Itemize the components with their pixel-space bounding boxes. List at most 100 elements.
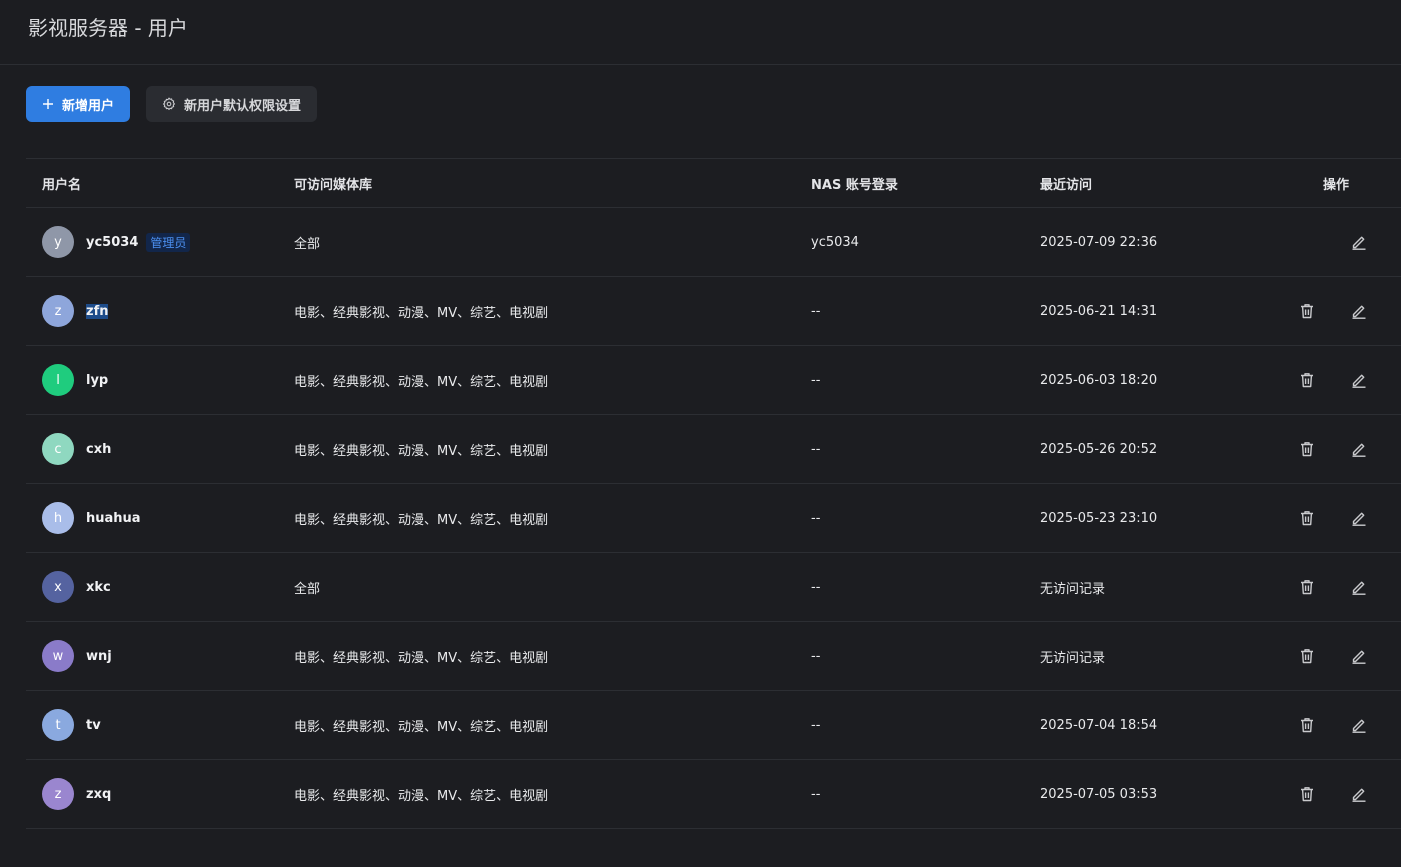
table-row[interactable]: y yc5034 管理员 全部 yc5034 2025-07-09 22:36 [26, 208, 1401, 277]
table-row[interactable]: t tv 电影、经典影视、动漫、MV、综艺、电视剧 -- 2025-07-04 18:5… [26, 691, 1401, 760]
table-row[interactable]: w wnj 电影、经典影视、动漫、MV、综艺、电视剧 -- 无访问记录 [26, 622, 1401, 691]
actions-cell [1264, 575, 1401, 599]
user-cell: t tv [26, 709, 278, 741]
last-visit-cell: 无访问记录 [1040, 650, 1106, 666]
nas-login-cell: -- [811, 372, 821, 388]
libraries-cell: 电影、经典影视、动漫、MV、综艺、电视剧 [294, 788, 549, 804]
avatar: t [42, 709, 74, 741]
last-visit-cell: 无访问记录 [1040, 581, 1106, 597]
table-row[interactable]: z zxq 电影、经典影视、动漫、MV、综艺、电视剧 -- 2025-07-05 03:… [26, 760, 1401, 829]
pencil-icon[interactable] [1347, 782, 1371, 806]
trash-icon[interactable] [1295, 713, 1319, 737]
trash-icon[interactable] [1295, 437, 1319, 461]
pencil-icon[interactable] [1347, 713, 1371, 737]
header-nas-login: NAS 账号登录 [811, 177, 898, 193]
default-permission-button[interactable]: 新用户默认权限设置 [146, 86, 318, 122]
actions-cell [1264, 230, 1401, 254]
libraries-cell: 全部 [294, 581, 321, 597]
avatar: c [42, 433, 74, 465]
last-visit-cell: 2025-07-05 03:53 [1040, 786, 1158, 802]
add-user-button[interactable]: 新增用户 [26, 86, 131, 122]
last-visit-cell: 2025-07-04 18:54 [1040, 717, 1158, 733]
default-permission-label: 新用户默认权限设置 [184, 98, 302, 114]
page-header: 影视服务器 - 用户 [0, 0, 1401, 65]
username[interactable]: tv [86, 718, 101, 733]
page-title: 影视服务器 - 用户 [28, 16, 188, 40]
admin-badge: 管理员 [146, 232, 191, 252]
table-row[interactable]: h huahua 电影、经典影视、动漫、MV、综艺、电视剧 -- 2025-05-23 … [26, 484, 1401, 553]
actions-cell [1264, 299, 1401, 323]
nas-login-cell: -- [811, 510, 821, 526]
nas-login-cell: -- [811, 579, 821, 595]
last-visit-cell: 2025-06-03 18:20 [1040, 372, 1158, 388]
username[interactable]: zxq [86, 787, 111, 802]
user-cell: h huahua [26, 502, 278, 534]
username[interactable]: huahua [86, 511, 141, 526]
trash-icon[interactable] [1295, 506, 1319, 530]
user-cell: z zxq [26, 778, 278, 810]
actions-cell [1264, 437, 1401, 461]
nas-login-cell: yc5034 [811, 234, 859, 250]
last-visit-cell: 2025-06-21 14:31 [1040, 303, 1158, 319]
avatar: y [42, 226, 74, 258]
actions-cell [1264, 506, 1401, 530]
header-libraries: 可访问媒体库 [294, 177, 373, 193]
nas-login-cell: -- [811, 648, 821, 664]
user-cell: x xkc [26, 571, 278, 603]
actions-cell [1264, 713, 1401, 737]
pencil-icon[interactable] [1347, 506, 1371, 530]
pencil-icon[interactable] [1347, 437, 1371, 461]
user-cell: c cxh [26, 433, 278, 465]
avatar: x [42, 571, 74, 603]
users-table: 用户名 可访问媒体库 NAS 账号登录 最近访问 操作 y yc5034 管理员 全部… [26, 158, 1401, 829]
username[interactable]: xkc [86, 580, 111, 595]
avatar: w [42, 640, 74, 672]
libraries-cell: 电影、经典影视、动漫、MV、综艺、电视剧 [294, 512, 549, 528]
last-visit-cell: 2025-07-09 22:36 [1040, 234, 1158, 250]
user-cell: w wnj [26, 640, 278, 672]
username[interactable]: cxh [86, 442, 111, 457]
nas-login-cell: -- [811, 786, 821, 802]
toolbar: 新增用户 新用户默认权限设置 [26, 86, 318, 122]
table-body: y yc5034 管理员 全部 yc5034 2025-07-09 22:36 z zfn 电影… [26, 208, 1401, 829]
nas-login-cell: -- [811, 717, 821, 733]
table-row[interactable]: c cxh 电影、经典影视、动漫、MV、综艺、电视剧 -- 2025-05-26 20:… [26, 415, 1401, 484]
trash-icon[interactable] [1295, 368, 1319, 392]
header-last-visit: 最近访问 [1040, 177, 1093, 193]
pencil-icon[interactable] [1347, 230, 1371, 254]
libraries-cell: 电影、经典影视、动漫、MV、综艺、电视剧 [294, 443, 549, 459]
last-visit-cell: 2025-05-26 20:52 [1040, 441, 1158, 457]
trash-icon[interactable] [1295, 575, 1319, 599]
trash-icon[interactable] [1295, 299, 1319, 323]
pencil-icon[interactable] [1347, 299, 1371, 323]
avatar: l [42, 364, 74, 396]
actions-cell [1264, 368, 1401, 392]
gear-icon [162, 97, 176, 111]
libraries-cell: 电影、经典影视、动漫、MV、综艺、电视剧 [294, 719, 549, 735]
pencil-icon[interactable] [1347, 575, 1371, 599]
plus-icon [42, 98, 54, 110]
pencil-icon[interactable] [1347, 368, 1371, 392]
add-user-label: 新增用户 [62, 98, 115, 114]
trash-icon[interactable] [1295, 644, 1319, 668]
table-row[interactable]: z zfn 电影、经典影视、动漫、MV、综艺、电视剧 -- 2025-06-21 14:… [26, 277, 1401, 346]
libraries-cell: 电影、经典影视、动漫、MV、综艺、电视剧 [294, 650, 549, 666]
header-username: 用户名 [42, 177, 82, 193]
username[interactable]: yc5034 [86, 235, 138, 250]
table-row[interactable]: l lyp 电影、经典影视、动漫、MV、综艺、电视剧 -- 2025-06-03 18:… [26, 346, 1401, 415]
table-row[interactable]: x xkc 全部 -- 无访问记录 [26, 553, 1401, 622]
pencil-icon[interactable] [1347, 644, 1371, 668]
user-cell: z zfn [26, 295, 278, 327]
libraries-cell: 电影、经典影视、动漫、MV、综艺、电视剧 [294, 374, 549, 390]
username[interactable]: lyp [86, 373, 108, 388]
header-actions: 操作 [1322, 177, 1349, 193]
trash-icon[interactable] [1295, 782, 1319, 806]
avatar: h [42, 502, 74, 534]
last-visit-cell: 2025-05-23 23:10 [1040, 510, 1158, 526]
nas-login-cell: -- [811, 303, 821, 319]
username[interactable]: zfn [86, 303, 109, 319]
avatar: z [42, 295, 74, 327]
username[interactable]: wnj [86, 649, 112, 664]
libraries-cell: 全部 [294, 236, 321, 252]
libraries-cell: 电影、经典影视、动漫、MV、综艺、电视剧 [294, 305, 549, 321]
